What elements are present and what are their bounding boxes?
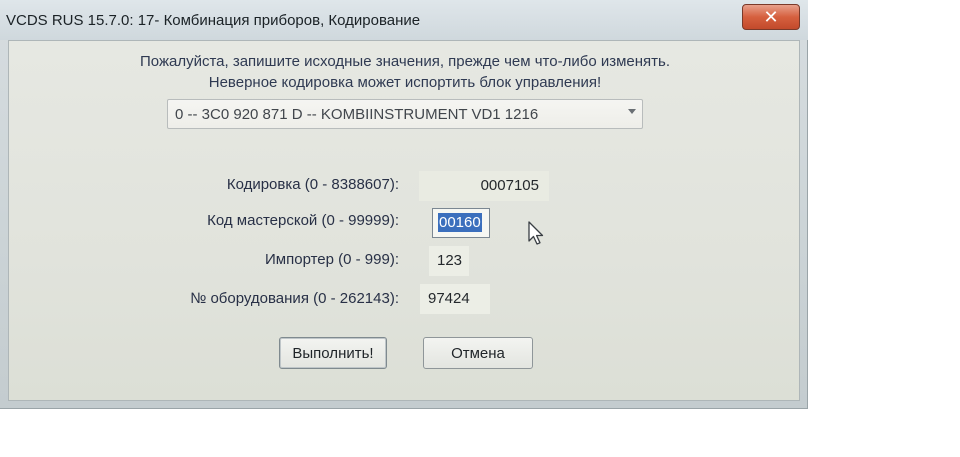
equipment-no-input[interactable]: 97424 (420, 284, 490, 314)
coding-dialog: VCDS RUS 15.7.0: 17- Комбинация приборов… (0, 0, 808, 409)
close-icon: ✕ (763, 6, 779, 27)
warning-line-2: Неверное кодировка может испортить блок … (208, 74, 602, 91)
window-title: VCDS RUS 15.7.0: 17- Комбинация приборов… (6, 12, 421, 29)
workshop-code-selected-text: 00160 (438, 213, 482, 232)
importer-input[interactable]: 123 (429, 246, 469, 276)
cancel-button[interactable]: Отмена (423, 337, 533, 369)
mouse-pointer-icon (528, 221, 544, 245)
chevron-down-icon (628, 109, 636, 114)
workshop-code-label: Код мастерской (0 - 99999): (207, 212, 399, 229)
execute-button[interactable]: Выполнить! (279, 337, 387, 369)
coding-label: Кодировка (0 - 8388607): (226, 176, 399, 193)
module-select-value: 0 -- 3C0 920 871 D -- KOMBIINSTRUMENT VD… (175, 106, 539, 123)
dialog-content: Пожалуйста, запишите исходные значения, … (8, 40, 800, 401)
title-bar[interactable]: VCDS RUS 15.7.0: 17- Комбинация приборов… (0, 0, 808, 40)
close-button[interactable]: ✕ (742, 4, 800, 30)
warning-line-1: Пожалуйста, запишите исходные значения, … (139, 53, 671, 70)
workshop-code-input[interactable]: 00160 (432, 208, 490, 238)
module-select[interactable]: 0 -- 3C0 920 871 D -- KOMBIINSTRUMENT VD… (167, 99, 643, 129)
importer-label: Импортер (0 - 999): (265, 251, 399, 268)
equipment-no-label: № оборудования (0 - 262143): (190, 290, 399, 307)
coding-value: 0007105 (419, 171, 549, 201)
